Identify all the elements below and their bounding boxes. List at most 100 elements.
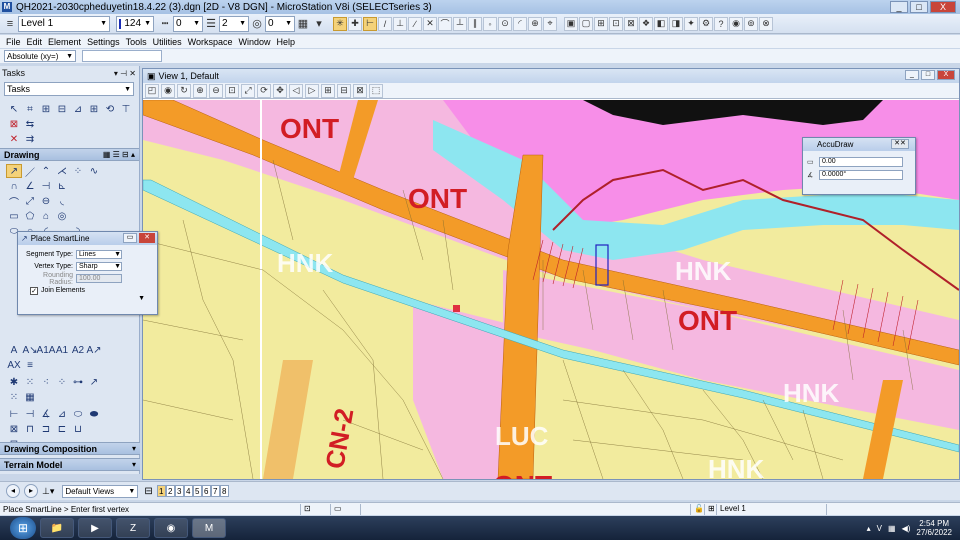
lights-icon[interactable]: ✦: [684, 16, 698, 31]
status-snap-icon[interactable]: ▭: [330, 503, 360, 515]
level-combo[interactable]: Level 1 ▼: [18, 15, 110, 32]
select-cell-icon[interactable]: ⁖: [38, 375, 54, 389]
close-button[interactable]: X: [930, 1, 956, 13]
view-button-8[interactable]: 8: [219, 485, 229, 497]
dimension-icon[interactable]: ⊡: [609, 16, 623, 31]
view-button-3[interactable]: 3: [174, 485, 184, 497]
tray-arrow-icon[interactable]: ▴: [867, 524, 871, 533]
menu-edit[interactable]: Edit: [27, 37, 43, 47]
place-arc-icon[interactable]: ⌃: [38, 164, 54, 178]
view-button-5[interactable]: 5: [192, 485, 202, 497]
key-in-icon[interactable]: ⚙: [699, 16, 713, 31]
primary-tools-icon[interactable]: ▣: [564, 16, 578, 31]
tray-lang[interactable]: V: [877, 524, 882, 533]
fillet-icon[interactable]: ◟: [54, 194, 70, 208]
snap-parallel-icon[interactable]: ∥: [468, 16, 482, 31]
display-style-icon[interactable]: ◨: [669, 16, 683, 31]
minimize-button[interactable]: _: [890, 1, 908, 13]
media-player-icon[interactable]: ▶: [78, 518, 112, 538]
maximize-button[interactable]: □: [910, 1, 928, 13]
trim-tool-icon[interactable]: ⊤: [118, 102, 134, 116]
snap-point-icon[interactable]: ◦: [483, 16, 497, 31]
volume-icon[interactable]: ◀): [902, 524, 911, 533]
menu-window[interactable]: Window: [238, 37, 270, 47]
render-icon[interactable]: ◉: [729, 16, 743, 31]
view-button-7[interactable]: 7: [210, 485, 220, 497]
network-icon[interactable]: ▦: [888, 524, 896, 533]
snap-tangent-icon[interactable]: ⌒: [438, 16, 452, 31]
chrome-icon[interactable]: ◉: [154, 518, 188, 538]
text-fit-icon[interactable]: AX: [6, 358, 22, 372]
place-stream-icon[interactable]: ∿: [86, 164, 102, 178]
scale-tool-icon[interactable]: ⊞: [86, 102, 102, 116]
menu-utilities[interactable]: Utilities: [153, 37, 182, 47]
move-tool-icon[interactable]: ⊞: [38, 102, 54, 116]
clock[interactable]: 2:54 PM 27/6/2022: [916, 519, 952, 537]
start-button[interactable]: ⊞: [10, 517, 36, 539]
measure-angle-icon[interactable]: ⊏: [54, 422, 70, 436]
define-cell-icon[interactable]: ↗: [86, 375, 102, 389]
color-combo[interactable]: 124 ▼: [116, 15, 154, 32]
display-style-view-icon[interactable]: ◉: [161, 83, 175, 98]
vertex-type-select[interactable]: Sharp ▼: [76, 262, 122, 271]
dimension-ordinate-icon[interactable]: ⬬: [86, 407, 102, 421]
replace-cell-icon[interactable]: ⁘: [54, 375, 70, 389]
menu-element[interactable]: Element: [48, 37, 81, 47]
view-close-button[interactable]: X: [937, 70, 955, 80]
place-point-icon[interactable]: ⁘: [70, 164, 86, 178]
measure-area-icon[interactable]: ⊓: [22, 422, 38, 436]
angle-tool-icon[interactable]: ∠: [22, 179, 38, 193]
task-navigation-icon[interactable]: ⊗: [759, 16, 773, 31]
status-lock-icon[interactable]: ⊡: [300, 503, 330, 515]
forward-icon[interactable]: ▸: [24, 484, 38, 498]
animation-icon[interactable]: ⊚: [744, 16, 758, 31]
template-dropdown-icon[interactable]: ▾: [311, 16, 327, 32]
expand-options-icon[interactable]: ▼: [138, 295, 145, 302]
element-selection-icon[interactable]: ↖: [6, 102, 22, 116]
back-icon[interactable]: ◂: [6, 484, 20, 498]
place-orthogonal-shape-icon[interactable]: ⌂: [38, 209, 54, 223]
view-minimize-button[interactable]: _: [905, 70, 919, 80]
place-line-icon[interactable]: ／: [22, 164, 38, 179]
dimension-radial-icon[interactable]: ⊿: [54, 407, 70, 421]
task-selector[interactable]: Tasks ▼: [4, 82, 134, 96]
snap-center-icon[interactable]: /: [378, 16, 392, 31]
segment-type-select[interactable]: Lines ▼: [76, 250, 122, 259]
view-maximize-button[interactable]: □: [921, 70, 935, 80]
hatch-area-icon[interactable]: ▦: [22, 390, 38, 404]
cell-matrix-icon[interactable]: ⁙: [22, 375, 38, 389]
smartline-minimize-button[interactable]: ▭: [123, 233, 137, 243]
raster-icon[interactable]: ◧: [654, 16, 668, 31]
copy-tool-icon[interactable]: ⊟: [54, 102, 70, 116]
menu-settings[interactable]: Settings: [87, 37, 120, 47]
fit-view-icon[interactable]: ⤢: [241, 83, 255, 98]
view-group-manager-icon[interactable]: ⊟: [144, 486, 152, 497]
window-area-icon[interactable]: ⊡: [225, 83, 239, 98]
zoom-out-icon[interactable]: ⊖: [209, 83, 223, 98]
clip-mask-icon[interactable]: ⊠: [353, 83, 367, 98]
text-sort-icon[interactable]: ≡: [22, 358, 38, 372]
dimension-angle-icon[interactable]: ∡: [38, 407, 54, 421]
view-button-2[interactable]: 2: [165, 485, 175, 497]
view-button-6[interactable]: 6: [201, 485, 211, 497]
drop-cell-icon[interactable]: ⊶: [70, 375, 86, 389]
view-groups-icon[interactable]: ⊥▾: [42, 486, 54, 497]
accudraw-close-button[interactable]: ✕✕: [891, 139, 909, 149]
menu-file[interactable]: File: [6, 37, 21, 47]
place-smartline-icon[interactable]: ↗: [6, 164, 22, 178]
explorer-icon[interactable]: 📁: [40, 518, 74, 538]
snap-keypoint-icon[interactable]: ✳: [333, 16, 347, 31]
menu-workspace[interactable]: Workspace: [188, 37, 233, 47]
distance-field[interactable]: 0.00: [819, 157, 903, 167]
measure-distance-icon[interactable]: ⊠: [6, 422, 22, 436]
weight-combo[interactable]: 2 ▼: [219, 15, 249, 32]
dimension-location-icon[interactable]: ⬭: [70, 407, 86, 421]
drawing-composition-section[interactable]: Drawing Composition ▾: [0, 442, 140, 455]
menu-help[interactable]: Help: [277, 37, 296, 47]
snap-arc-icon[interactable]: ◜: [513, 16, 527, 31]
rounding-radius-field[interactable]: 100.00: [76, 274, 122, 283]
trim-intersect-icon[interactable]: ⊣: [38, 179, 54, 193]
snap-perpendicular-icon[interactable]: ┴: [453, 16, 467, 31]
drawing-section-header[interactable]: Drawing ▦ ☰ ⊟ ▴: [0, 148, 139, 161]
snap-intersection-icon[interactable]: ✕: [423, 16, 437, 31]
